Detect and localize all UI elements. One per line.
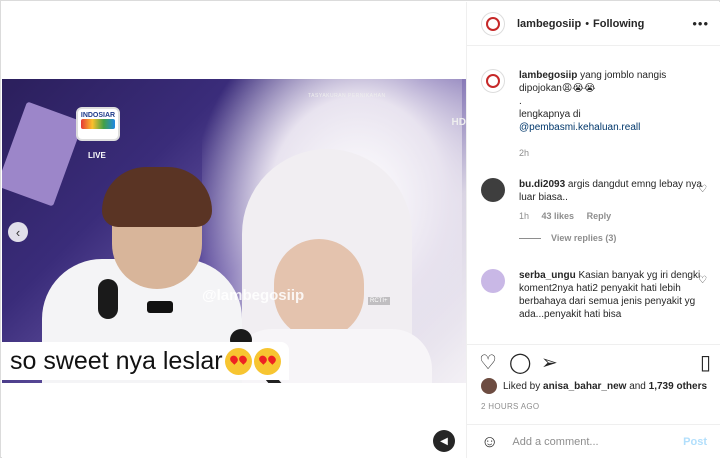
likes-user-link[interactable]: anisa_bahar_new (543, 381, 626, 392)
comment-reply-button[interactable]: Reply (587, 211, 612, 221)
header-username[interactable]: lambegosiip (517, 18, 581, 30)
header-separator: • (585, 17, 590, 30)
rcti-badge: RCTI+ (368, 297, 390, 305)
post-header: lambegosiip • Following ••• (467, 2, 720, 46)
video-caption-text: so sweet nya leslar (10, 346, 223, 375)
following-button[interactable]: Following (593, 18, 644, 30)
avatar[interactable] (481, 178, 505, 202)
likes-prefix: Liked by (503, 380, 541, 392)
video-player[interactable]: INDOSIAR LIVE HD TASYAKURAN PERNIKAHAN @… (2, 79, 466, 383)
caption-dot: . (519, 96, 522, 107)
view-replies-button[interactable]: View replies (3) (519, 233, 707, 243)
groom-hair (102, 167, 212, 227)
likes-others-link[interactable]: 1,739 others (649, 381, 707, 392)
event-banner: TASYAKURAN PERNIKAHAN (308, 93, 386, 99)
avatar[interactable] (481, 11, 505, 36)
host-card (2, 101, 84, 207)
post-button[interactable]: Post (683, 436, 707, 448)
more-horizontal-icon[interactable]: ••• (692, 16, 709, 31)
likes-summary: Liked by anisa_bahar_new and 1,739 other… (481, 378, 707, 394)
comment-item: serba_ungu Kasian banyak yg iri dengki k… (481, 269, 707, 321)
comment-input[interactable] (512, 435, 673, 448)
avatar[interactable] (481, 378, 497, 394)
hd-label: HD (451, 117, 466, 128)
avatar[interactable] (481, 269, 505, 293)
comment-username[interactable]: bu.di2093 (519, 179, 565, 190)
caption-mention-link[interactable]: @pembasmi.kehaluan.reall (519, 122, 640, 133)
heart-eyes-emoji-icon (253, 347, 281, 375)
comment-icon[interactable]: ◯ (509, 353, 531, 373)
caption-time: 2h (519, 148, 530, 158)
comment-username[interactable]: serba_ungu (519, 270, 576, 281)
media-column: INDOSIAR LIVE HD TASYAKURAN PERNIKAHAN @… (2, 2, 466, 458)
smile-icon[interactable]: ☺ (481, 432, 498, 452)
post-caption: lambegosiip yang jomblo nangis dipojokan… (481, 69, 707, 158)
comment-item: bu.di2093 argis dangdut emng lebay nya l… (481, 178, 707, 243)
comment-likes[interactable]: 43 likes (542, 211, 575, 221)
speaker-icon: ◀ (440, 435, 448, 447)
bookmark-icon[interactable]: ▯ (700, 353, 711, 373)
comments-list[interactable]: lambegosiip yang jomblo nangis dipojokan… (467, 47, 720, 343)
post-details-panel: lambegosiip • Following ••• lambegosiip … (466, 2, 720, 458)
post-timestamp: 2 HOURS AGO (481, 402, 540, 411)
bowtie (147, 301, 173, 313)
comment-like-icon[interactable]: ♡ (698, 275, 707, 286)
video-watermark: @lambegosiip (202, 287, 305, 304)
video-caption: so sweet nya leslar (2, 342, 289, 380)
heart-icon[interactable]: ♡ (479, 353, 497, 373)
post-frame: INDOSIAR LIVE HD TASYAKURAN PERNIKAHAN @… (0, 0, 720, 458)
comment-time: 1h (519, 211, 530, 221)
chevron-left-icon: ‹ (15, 224, 21, 240)
microphone-groom (98, 279, 118, 319)
caption-more-text: lengkapnya di (519, 109, 581, 120)
comment-like-icon[interactable]: ♡ (698, 184, 707, 195)
view-replies-label: View replies (3) (551, 233, 617, 243)
avatar[interactable] (481, 69, 505, 93)
paper-plane-icon[interactable]: ➢ (541, 353, 558, 373)
heart-eyes-emoji-icon (224, 347, 252, 375)
likes-and: and (629, 380, 646, 392)
channel-logo-text: INDOSIAR (80, 112, 116, 119)
add-comment-bar: ☺ Post (467, 424, 720, 458)
carousel-prev-button[interactable]: ‹ (8, 222, 28, 242)
live-label: LIVE (88, 151, 106, 160)
caption-username[interactable]: lambegosiip (519, 70, 577, 81)
channel-logo: INDOSIAR (76, 107, 120, 141)
sound-toggle-button[interactable]: ◀ (433, 430, 455, 452)
